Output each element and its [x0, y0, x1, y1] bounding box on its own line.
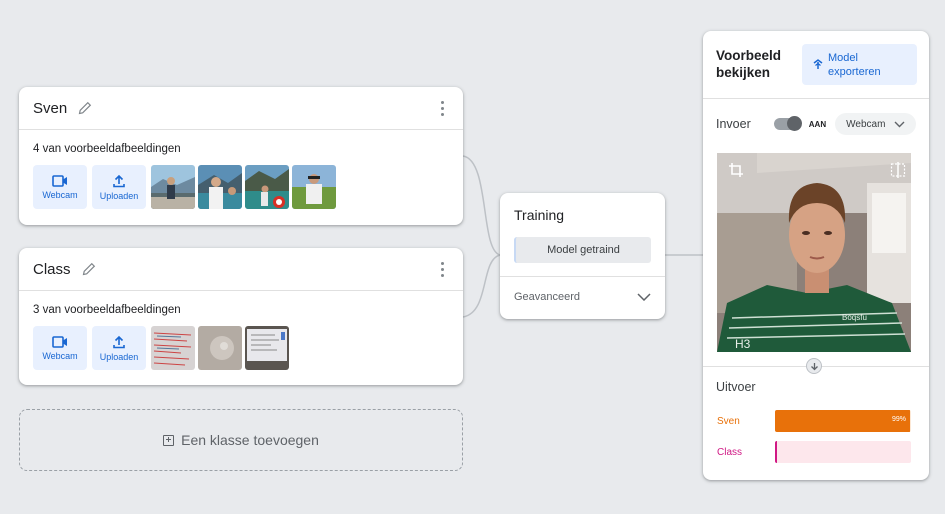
source-value: Webcam [846, 118, 886, 130]
videocam-icon [52, 174, 67, 187]
chevron-down-icon [637, 293, 651, 301]
preview-panel: Voorbeeld bekijken Model exporteren Invo… [703, 31, 929, 480]
export-model-button[interactable]: Model exporteren [802, 44, 917, 85]
class-name[interactable]: Sven [33, 100, 67, 117]
more-vert-icon[interactable] [441, 101, 445, 117]
export-label: Model exporteren [828, 51, 881, 78]
pencil-icon[interactable] [77, 100, 93, 116]
flip-icon[interactable] [890, 162, 906, 178]
output-row-class: Class [717, 441, 911, 463]
sample-count: 4 van voorbeeldafbeeldingen [33, 143, 181, 155]
confidence-fill [775, 441, 778, 463]
svg-text:H3: H3 [735, 337, 751, 351]
toggle-state: AAN [808, 119, 827, 129]
sample-thumbnail[interactable] [245, 165, 289, 209]
output-row-sven: Sven 99% [717, 410, 911, 432]
confidence-fill [775, 410, 910, 432]
upload-button[interactable]: Uploaden [92, 326, 146, 370]
export-icon [813, 59, 823, 69]
class-header: Class [19, 248, 463, 291]
webcam-preview: Boqsfu H3 [717, 153, 911, 352]
upload-icon [113, 335, 125, 348]
more-vert-icon[interactable] [441, 262, 445, 278]
sample-thumbnail[interactable] [151, 326, 195, 370]
class-card-sven: Sven 4 van voorbeeldafbeeldingen Webcam … [19, 87, 463, 225]
input-source-select[interactable]: Webcam [835, 113, 916, 135]
advanced-toggle[interactable]: Geavanceerd [500, 277, 665, 303]
add-box-icon [163, 434, 175, 446]
class-card-class: Class 3 van voorbeeldafbeeldingen Webcam… [19, 248, 463, 385]
confidence-percent: 99% [891, 416, 906, 423]
output-class-name: Class [717, 446, 743, 458]
arrow-down-icon [806, 358, 822, 374]
videocam-icon [52, 335, 67, 348]
class-header: Sven [19, 87, 463, 130]
training-card: Training Model getraind Geavanceerd [500, 193, 665, 319]
input-label: Invoer [716, 117, 751, 131]
chevron-down-icon [894, 121, 905, 127]
crop-icon[interactable] [728, 162, 744, 178]
webcam-label: Webcam [42, 189, 78, 200]
pencil-icon[interactable] [81, 261, 97, 277]
upload-label: Uploaden [99, 190, 139, 201]
webcam-button[interactable]: Webcam [33, 165, 87, 209]
webcam-label: Webcam [42, 350, 78, 361]
webcam-button[interactable]: Webcam [33, 326, 87, 370]
svg-text:Boqsfu: Boqsfu [842, 313, 867, 322]
confidence-bar: 99% [775, 410, 911, 432]
confidence-bar [775, 441, 911, 463]
sample-thumbnail[interactable] [151, 165, 195, 209]
sample-thumbnail[interactable] [245, 326, 289, 370]
advanced-label: Geavanceerd [514, 291, 581, 303]
upload-button[interactable]: Uploaden [92, 165, 146, 209]
add-class-label: Een klasse toevoegen [181, 432, 319, 448]
preview-title: Voorbeeld bekijken [716, 48, 782, 80]
output-class-name: Sven [717, 415, 740, 427]
output-label: Uitvoer [716, 380, 756, 394]
class-name[interactable]: Class [33, 261, 71, 278]
upload-icon [113, 174, 125, 187]
sample-thumbnail[interactable] [292, 165, 336, 209]
sample-count: 3 van voorbeeldafbeeldingen [33, 304, 181, 316]
input-toggle[interactable] [773, 116, 802, 131]
train-model-button[interactable]: Model getraind [514, 237, 651, 263]
add-class-button[interactable]: Een klasse toevoegen [19, 409, 463, 471]
training-title: Training [514, 207, 565, 223]
sample-thumbnail[interactable] [198, 326, 242, 370]
upload-label: Uploaden [99, 351, 139, 362]
sample-thumbnail[interactable] [198, 165, 242, 209]
